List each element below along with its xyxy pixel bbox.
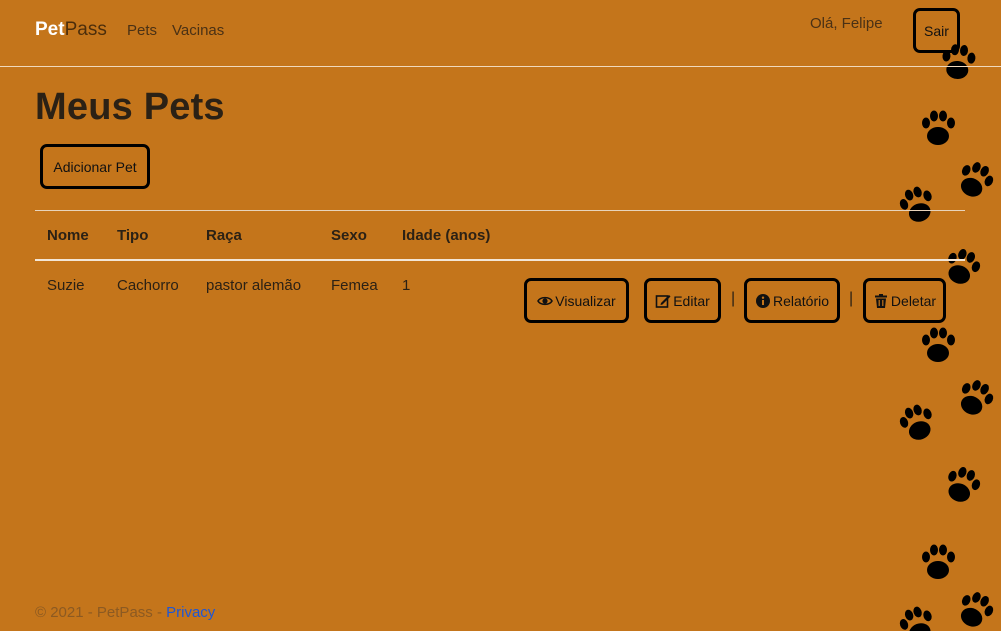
cell-tipo: Cachorro [117,277,179,294]
delete-button-label: Deletar [890,292,937,309]
trash-icon [874,293,887,308]
brand-logo-link[interactable]: PetPass [35,19,107,41]
view-button-label: Visualizar [555,292,616,309]
brand-rest-text: Pass [64,19,107,40]
cell-nome: Suzie [47,277,85,294]
user-greeting: Olá, Felipe [810,15,883,32]
footer-copyright: © 2021 - PetPass - [35,604,167,621]
column-header-tipo: Tipo [117,227,149,244]
edit-button[interactable]: Editar [644,278,721,323]
nav-link-pets[interactable]: Pets [127,22,157,39]
column-header-raca: Raça [206,227,242,244]
action-separator: | [849,290,854,307]
info-icon [755,293,770,308]
action-separator: | [731,290,736,307]
logout-button[interactable]: Sair [913,8,960,53]
page-title: Meus Pets [35,86,225,128]
table-header-divider [35,259,965,261]
report-button-label: Relatório [772,292,830,309]
view-button[interactable]: Visualizar [524,278,629,323]
edit-icon [655,294,671,308]
report-button[interactable]: Relatório [744,278,840,323]
nav-link-vacinas[interactable]: Vacinas [172,22,224,39]
column-header-sexo: Sexo [331,227,367,244]
cell-idade: 1 [402,277,411,294]
edit-button-label: Editar [673,292,710,309]
delete-button[interactable]: Deletar [863,278,946,323]
cell-raca: pastor alemão [206,277,302,294]
eye-icon [537,296,554,305]
cell-sexo: Femea [331,277,378,294]
add-pet-button[interactable]: Adicionar Pet [40,144,150,189]
top-navbar: PetPass Pets Vacinas Olá, Felipe Sair [0,0,1001,67]
privacy-link[interactable]: Privacy [166,604,215,621]
column-header-nome: Nome [47,227,89,244]
column-header-idade: Idade (anos) [402,227,491,244]
footer: © 2021 - PetPass - Privacy [35,604,215,621]
table-top-divider [35,210,965,211]
brand-bold-text: Pet [35,19,65,40]
